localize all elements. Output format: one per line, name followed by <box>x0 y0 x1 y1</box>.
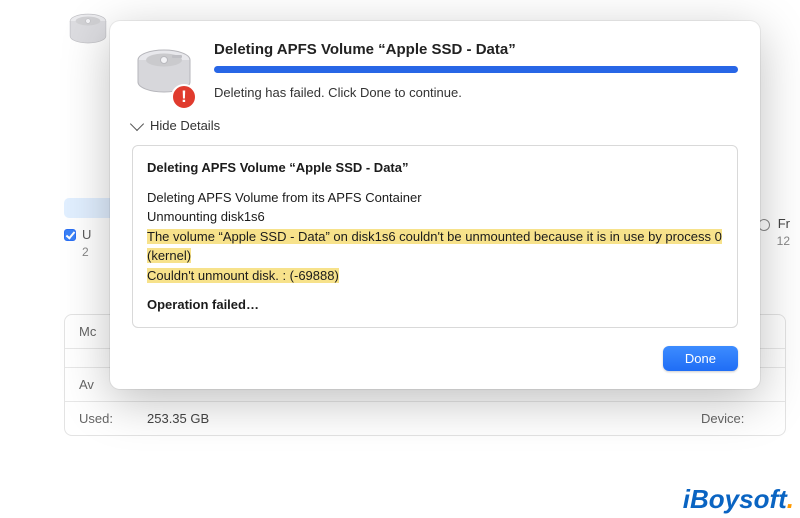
log-line-highlight: Couldn't unmount disk. : (-69888) <box>147 266 723 286</box>
right-option[interactable]: Fr <box>758 216 790 231</box>
right-option-label: Fr <box>778 216 790 231</box>
sidebar-item[interactable]: U <box>64 227 114 242</box>
details-toggle[interactable]: Hide Details <box>132 118 738 133</box>
log-line-highlight: The volume “Apple SSD - Data” on disk1s6… <box>147 227 723 266</box>
right-option-sub: 12 <box>777 234 790 248</box>
status-text: Deleting has failed. Click Done to conti… <box>214 85 738 100</box>
log-fail: Operation failed… <box>147 295 723 315</box>
details-toggle-label: Hide Details <box>150 118 220 133</box>
alert-badge-icon: ! <box>171 84 197 110</box>
sidebar: U 2 <box>64 198 114 259</box>
chevron-down-icon <box>130 117 144 131</box>
log-line: Unmounting disk1s6 <box>147 207 723 227</box>
log-line: Deleting APFS Volume from its APFS Conta… <box>147 188 723 208</box>
progress-sheet: ! Deleting APFS Volume “Apple SSD - Data… <box>110 21 760 389</box>
disk-icon-large: ! <box>132 44 196 108</box>
done-button[interactable]: Done <box>663 346 738 371</box>
watermark: iBoysoft. <box>683 484 794 515</box>
sheet-title: Deleting APFS Volume “Apple SSD - Data” <box>214 41 738 58</box>
progress-bar <box>214 66 738 73</box>
disk-icon-small <box>66 10 110 54</box>
checkbox-checked-icon[interactable] <box>64 229 76 241</box>
log-output: Deleting APFS Volume “Apple SSD - Data” … <box>132 145 738 328</box>
table-row: Used: 253.35 GB Device: <box>65 402 785 435</box>
log-heading: Deleting APFS Volume “Apple SSD - Data” <box>147 158 723 178</box>
sidebar-item-label: U <box>82 227 91 242</box>
